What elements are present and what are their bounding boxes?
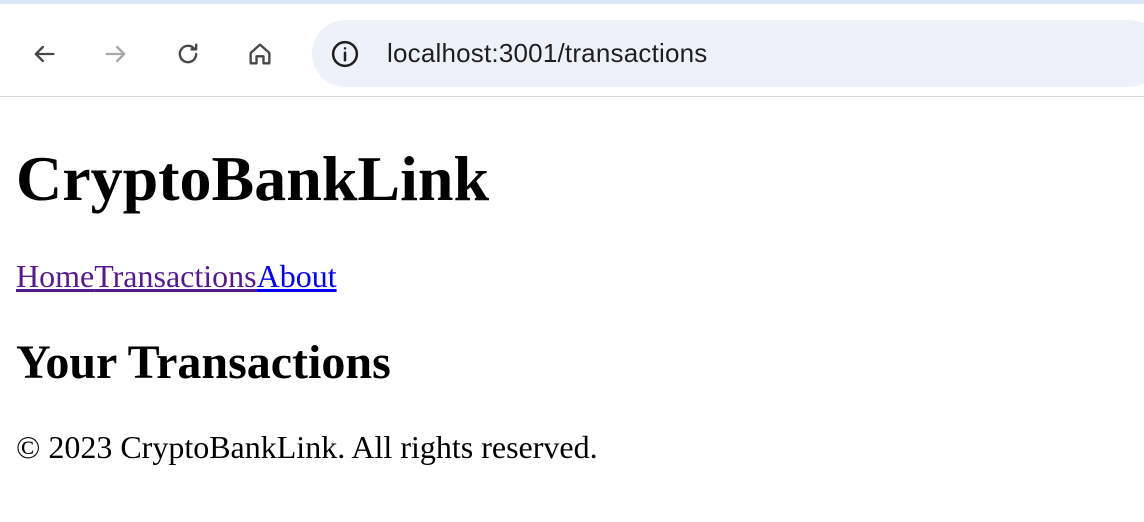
address-bar[interactable]: localhost:3001/transactions	[312, 20, 1144, 87]
reload-icon	[178, 43, 198, 64]
home-button[interactable]	[240, 34, 280, 74]
footer-copyright: © 2023 CryptoBankLink. All rights reserv…	[16, 429, 598, 465]
url-text[interactable]: localhost:3001/transactions	[387, 38, 708, 69]
nav-link-home[interactable]: Home	[16, 258, 94, 294]
browser-toolbar: localhost:3001/transactions	[0, 0, 1144, 97]
arrow-left-icon	[34, 45, 55, 63]
reload-button[interactable]	[168, 34, 208, 74]
page-heading: Your Transactions	[16, 336, 391, 389]
nav-link-about[interactable]: About	[257, 258, 337, 294]
info-icon[interactable]	[330, 39, 360, 69]
arrow-right-icon	[105, 45, 126, 63]
forward-button[interactable]	[96, 34, 136, 74]
nav-link-transactions[interactable]: Transactions	[94, 258, 256, 294]
back-button[interactable]	[24, 34, 64, 74]
site-title: CryptoBankLink	[16, 143, 490, 214]
main-nav: HomeTransactionsAbout	[16, 260, 337, 292]
home-icon	[249, 43, 271, 65]
